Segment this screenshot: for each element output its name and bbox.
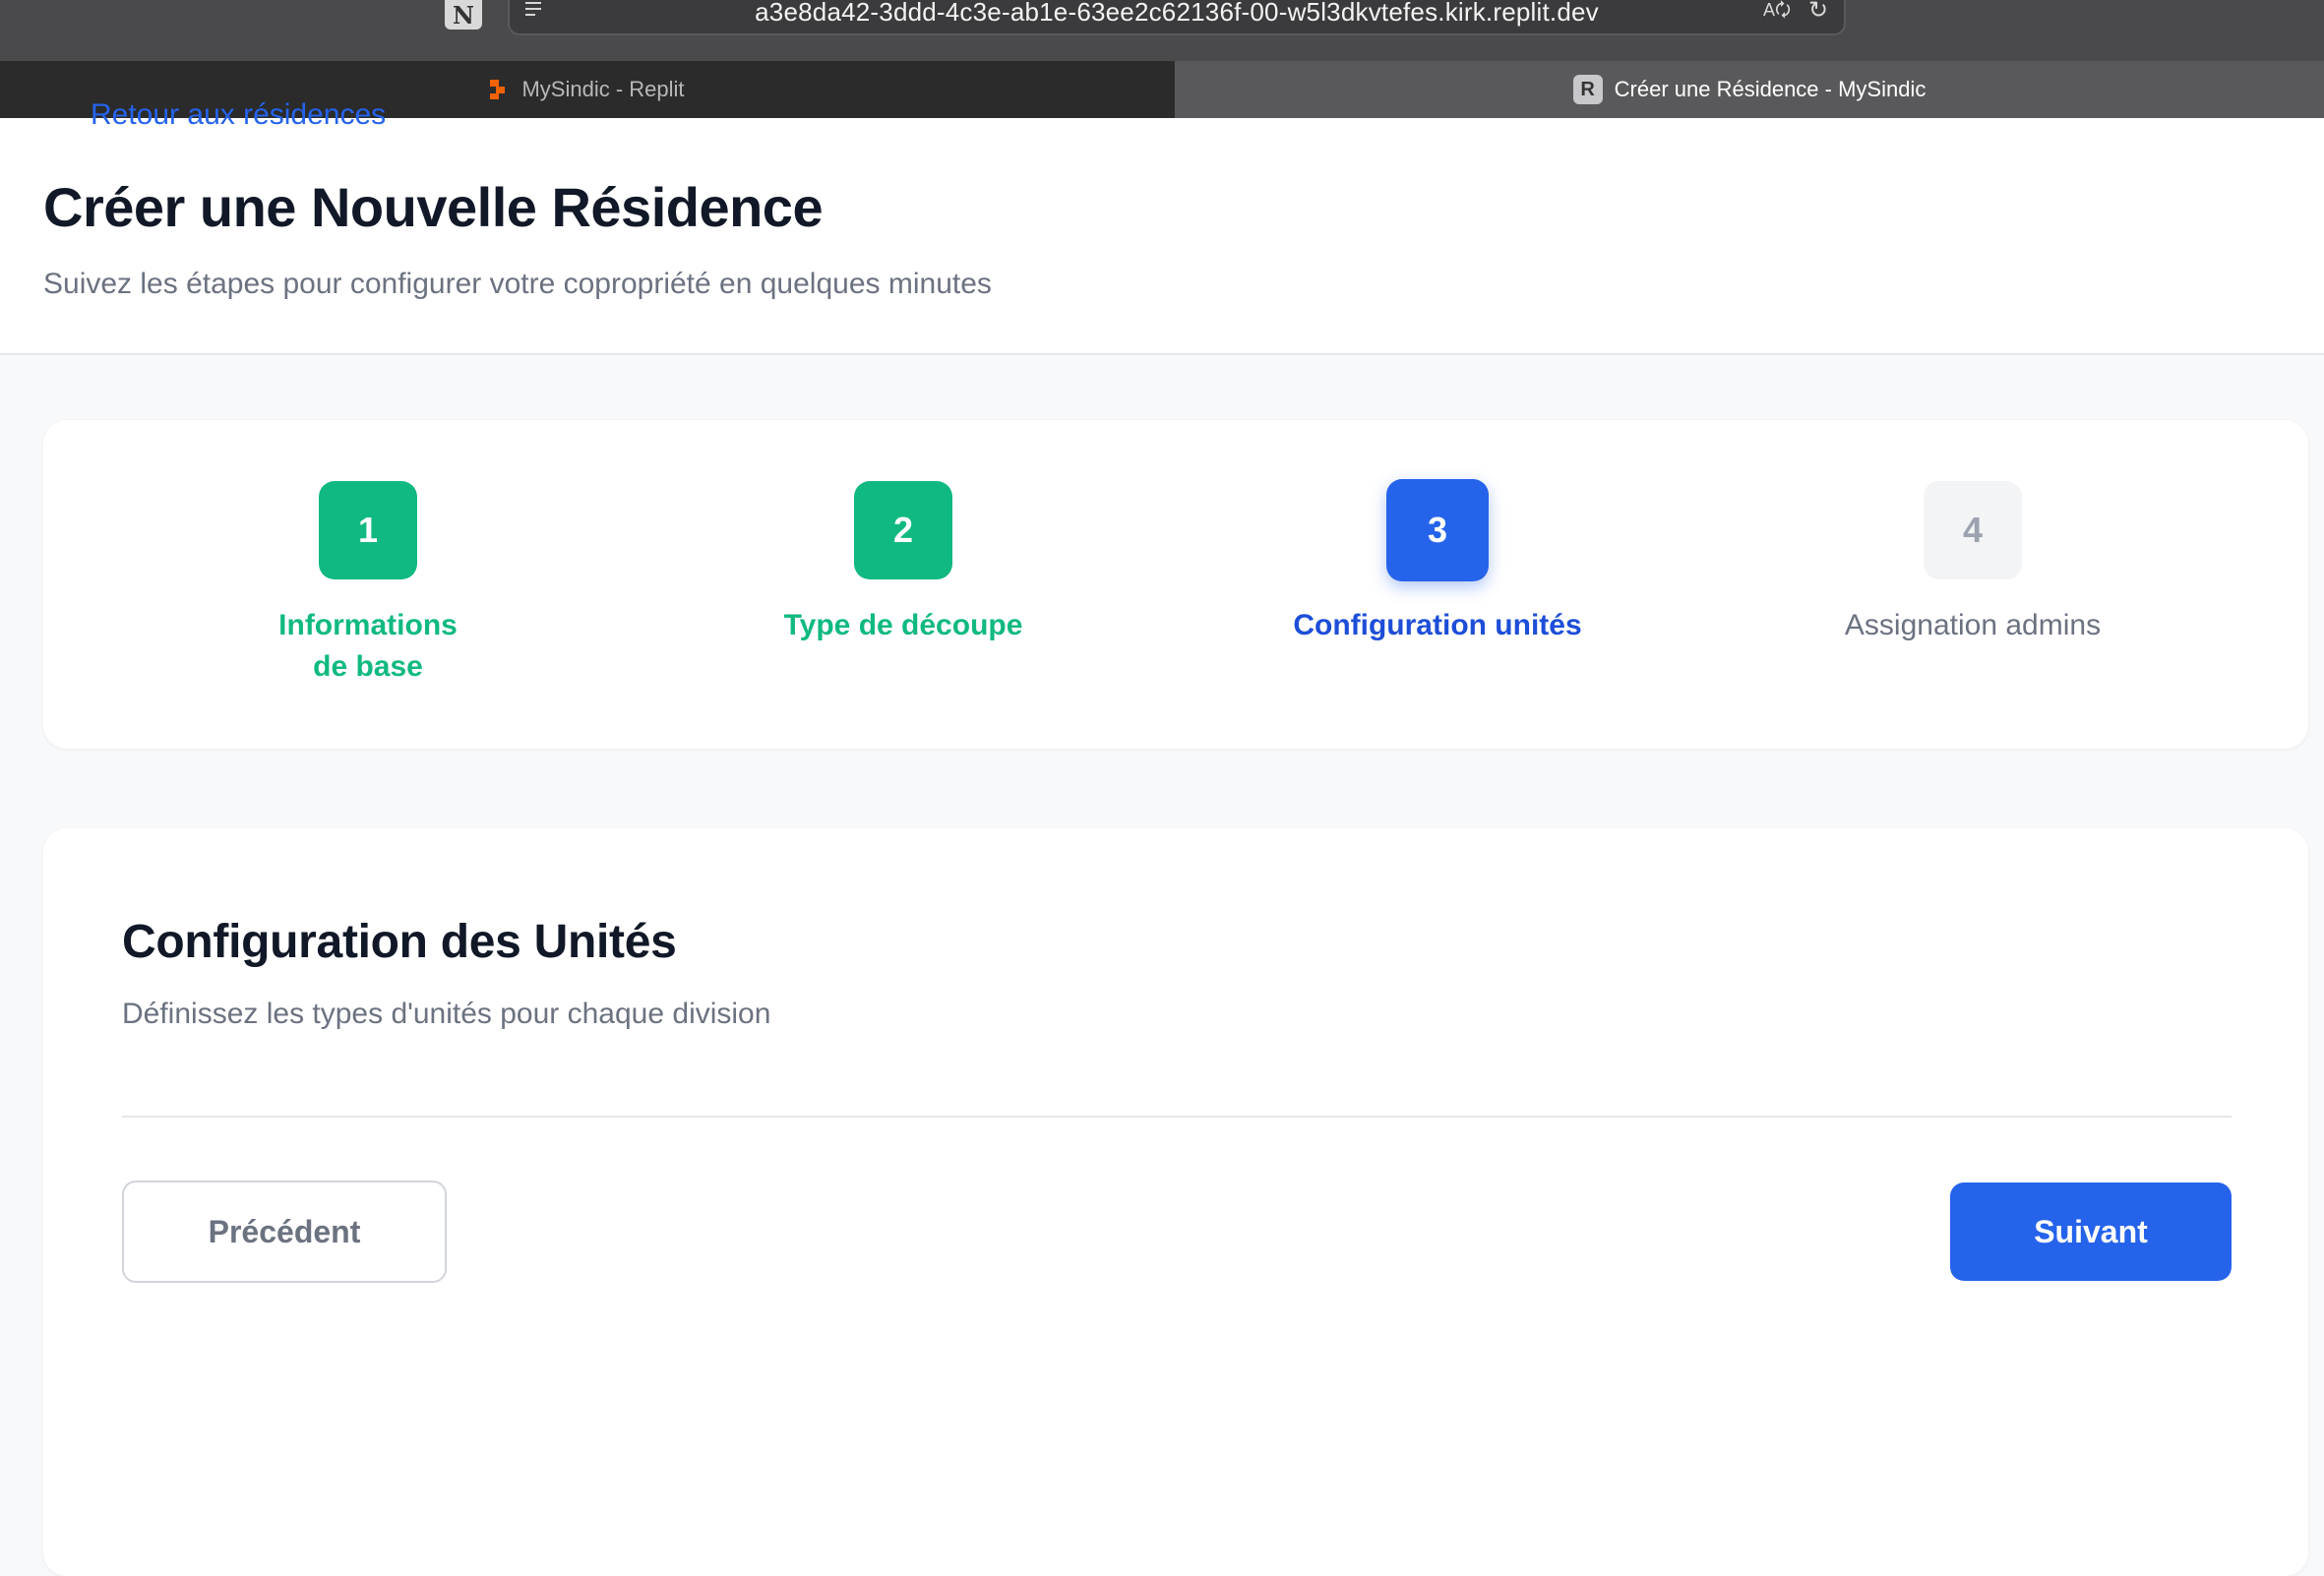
step-number-badge: 1 [319, 481, 417, 579]
step-label: Configuration unités [1293, 609, 1582, 641]
step-number-badge: 3 [1386, 479, 1489, 581]
step-number-badge: 2 [854, 481, 952, 579]
divider [122, 1116, 2232, 1118]
browser-toolbar: N a3e8da42-3ddd-4c3e-ab1e-63ee2c62136f-0… [0, 0, 2324, 61]
units-configuration-card: Configuration des Unités Définissez les … [43, 828, 2308, 1576]
step-assignation-admins[interactable]: 4 Assignation admins [1776, 481, 2170, 646]
next-button[interactable]: Suivant [1950, 1182, 2232, 1281]
step-configuration-unites[interactable]: 3 Configuration unités [1241, 479, 1634, 646]
url-text[interactable]: a3e8da42-3ddd-4c3e-ab1e-63ee2c62136f-00-… [510, 0, 1844, 25]
notion-extension-icon[interactable]: N [445, 0, 482, 30]
section-subtitle: Définissez les types d'unités pour chaqu… [122, 998, 771, 1030]
reload-icon[interactable]: ↻ [1808, 0, 1832, 24]
r-favicon-icon: R [1572, 75, 1603, 104]
tab-creer-residence[interactable]: R Créer une Résidence - MySindic [1175, 61, 2324, 118]
section-title: Configuration des Unités [122, 916, 677, 968]
step-label: Informations de base [278, 609, 458, 683]
notion-letter: N [453, 0, 474, 30]
tab-label: Créer une Résidence - MySindic [1614, 77, 1926, 101]
page-subtitle: Suivez les étapes pour configurer votre … [43, 268, 992, 300]
step-label: Type de découpe [783, 609, 1023, 641]
step-number-badge: 4 [1924, 481, 2022, 579]
tab-label: MySindic - Replit [521, 77, 685, 101]
address-bar[interactable]: a3e8da42-3ddd-4c3e-ab1e-63ee2c62136f-00-… [508, 0, 1846, 35]
replit-icon [490, 80, 508, 99]
back-to-residences-link[interactable]: Retour aux résidences [91, 98, 386, 132]
step-type-de-decoupe[interactable]: 2 Type de découpe [706, 481, 1100, 646]
step-label: Assignation admins [1844, 609, 2102, 641]
step-informations-de-base[interactable]: 1 Informations de base [171, 481, 565, 688]
page-header: Retour aux résidences Créer une Nouvelle… [0, 98, 2324, 355]
previous-button[interactable]: Précédent [122, 1181, 447, 1283]
page-title: Créer une Nouvelle Résidence [43, 176, 824, 238]
stepper-card: 1 Informations de base 2 Type de découpe… [43, 420, 2308, 749]
translate-icon[interactable]: A🗘 [1763, 0, 1799, 22]
